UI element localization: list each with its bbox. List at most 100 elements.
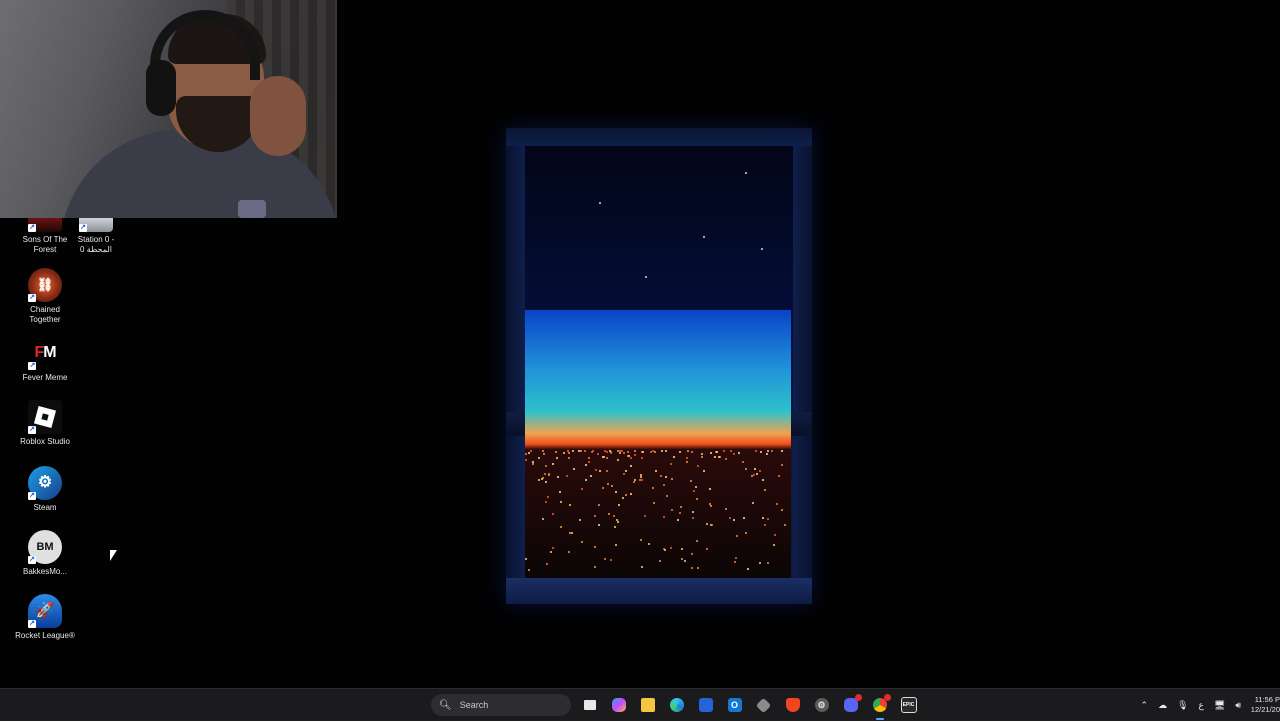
desktop-icon-chained-together[interactable]: ⛓ ↗ Chained Together	[15, 268, 75, 325]
city-light	[606, 470, 608, 472]
city-light	[525, 453, 527, 455]
keyboard-layout-indicator[interactable]: ع	[1199, 700, 1204, 711]
desktop-icon-label: Chained Together	[29, 305, 61, 324]
desktop-icon-bakkesmod[interactable]: BM ↗ BakkesMo...	[15, 530, 75, 577]
sunset-city-pane	[525, 310, 791, 578]
city-light	[641, 479, 643, 481]
city-light	[697, 465, 699, 467]
brave-button[interactable]	[781, 693, 805, 717]
city-light	[767, 518, 769, 520]
desktop-icon-label: BakkesMo...	[22, 567, 67, 576]
city-light	[588, 457, 590, 459]
city-light	[555, 451, 557, 453]
clock-date: 12/21/20	[1250, 705, 1280, 714]
desktop-icon-roblox-studio[interactable]: ↗ Roblox Studio	[15, 400, 75, 447]
chrome-button[interactable]	[868, 693, 892, 720]
city-light	[552, 547, 554, 549]
shortcut-arrow-icon: ↗	[79, 224, 87, 232]
chevron-up-icon[interactable]: ⌃	[1141, 700, 1149, 711]
city-light	[759, 562, 761, 564]
shortcut-arrow-icon: ↗	[28, 492, 36, 500]
city-light	[623, 473, 625, 475]
city-light	[545, 465, 547, 467]
city-light	[640, 476, 642, 478]
star	[745, 172, 747, 174]
gear-app-button[interactable]: ⚙	[810, 693, 834, 717]
city-light	[606, 451, 608, 453]
discord-button[interactable]	[839, 693, 863, 717]
city-light	[745, 468, 747, 470]
city-light	[679, 512, 681, 514]
city-light	[580, 450, 582, 452]
shortcut-arrow-icon: ↗	[28, 620, 36, 628]
city-light	[652, 487, 654, 489]
city-light	[599, 470, 601, 472]
city-light	[743, 517, 745, 519]
city-light	[684, 560, 686, 562]
gear-app-icon: ⚙	[814, 698, 829, 712]
city-light	[660, 475, 662, 477]
city-light	[680, 506, 682, 508]
start-button[interactable]	[401, 693, 425, 717]
city-light	[525, 459, 527, 461]
city-light	[571, 532, 573, 534]
task-view-button[interactable]	[578, 693, 602, 717]
city-light	[603, 456, 605, 458]
city-light	[733, 453, 735, 455]
hex-app-button[interactable]	[752, 693, 776, 717]
city-light	[545, 501, 547, 503]
city-light	[578, 450, 580, 452]
clock[interactable]: 11:56 P 12/21/20	[1246, 695, 1280, 715]
city-light	[771, 450, 773, 452]
city-light	[550, 551, 552, 553]
city-light	[725, 458, 727, 460]
city-light	[666, 495, 668, 497]
microphone-icon[interactable]: 🎙︎	[1177, 700, 1188, 711]
store-button[interactable]	[694, 693, 718, 717]
file-explorer-button[interactable]	[636, 693, 660, 717]
city-light	[611, 485, 613, 487]
desktop-icon-steam[interactable]: ⚙ ↗ Steam	[15, 466, 75, 513]
desktop-icon-label: Rocket League®	[15, 631, 75, 640]
city-light	[615, 544, 617, 546]
outlook-button[interactable]: O	[723, 693, 747, 717]
edge-button[interactable]	[665, 693, 689, 717]
city-light	[736, 535, 738, 537]
system-tray: ⌃ ☁ 🎙︎ ع 🖥︎ 🔊︎ 11:56 P 12/21/20	[1136, 689, 1280, 721]
city-light	[548, 473, 550, 475]
city-light	[627, 455, 629, 457]
city-light	[538, 479, 540, 481]
onedrive-icon[interactable]: ☁	[1158, 700, 1167, 711]
network-icon[interactable]: 🖥︎	[1214, 700, 1225, 711]
volume-icon[interactable]: 🔊︎	[1235, 700, 1241, 711]
city-light	[604, 558, 606, 560]
city-light	[754, 468, 756, 470]
desktop-icon-station-0[interactable]: ↗ Station 0 - المحطة 0	[66, 218, 126, 255]
copilot-button[interactable]	[607, 693, 631, 717]
city-light	[671, 478, 673, 480]
city-light	[773, 544, 775, 546]
desktop-icon-fever-meme[interactable]: F M ↗ Fever Meme	[15, 336, 75, 383]
desktop-icon-rocket-league[interactable]: 🚀 ↗ Rocket League®	[15, 594, 75, 641]
city-light	[630, 457, 632, 459]
fever-meme-icon: F M ↗	[28, 344, 57, 370]
city-light	[762, 479, 764, 481]
city-light	[665, 450, 667, 452]
city-light	[677, 519, 679, 521]
city-light	[581, 488, 583, 490]
city-light	[752, 502, 754, 504]
city-light	[614, 526, 616, 528]
city-light	[640, 539, 642, 541]
star	[599, 202, 601, 204]
clock-time: 11:56 P	[1254, 695, 1280, 704]
city-light	[530, 450, 532, 452]
city-light	[738, 452, 740, 454]
epic-games-button[interactable]: EPIC	[897, 693, 921, 717]
city-light	[673, 456, 675, 458]
city-light	[692, 517, 694, 519]
taskbar-search[interactable]: 🔍︎ Search	[431, 694, 571, 716]
taskbar-center: 🔍︎ Search O ⚙ EPIC	[398, 689, 923, 721]
city-light	[552, 513, 554, 515]
outlook-icon: O	[727, 698, 742, 712]
city-light	[714, 456, 716, 458]
